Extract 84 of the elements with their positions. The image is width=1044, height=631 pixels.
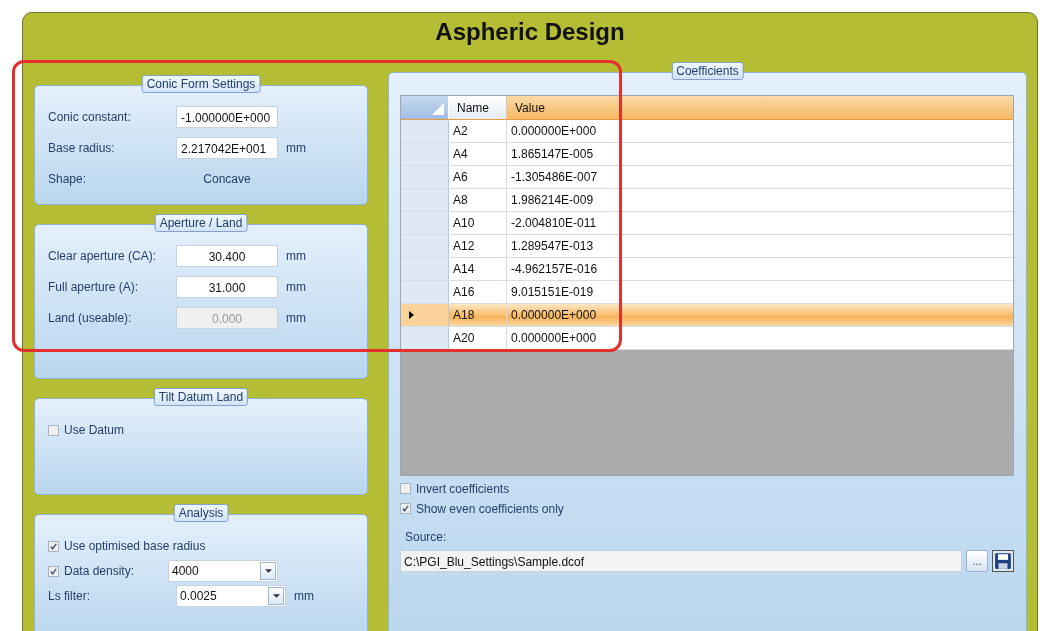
row-header [401, 166, 449, 188]
table-cell: A8 [449, 189, 507, 211]
checkbox-label[interactable]: Invert coefficients [416, 481, 510, 496]
table-row[interactable]: A18 0.000000E+000 [401, 304, 1013, 327]
table-row[interactable]: A20 0.000000E+000 [401, 327, 1013, 350]
table-cell-text: 0.000000E+000 [510, 307, 597, 324]
checkbox[interactable] [48, 540, 59, 552]
input-field[interactable]: 30.400 [176, 245, 278, 267]
table-row[interactable]: A6 -1.305486E-007 [401, 166, 1013, 189]
table-cell: A6 [449, 166, 507, 188]
table-cell: A18 [449, 304, 507, 326]
field-label: Land (useable): [48, 311, 133, 325]
unit-label: mm [294, 589, 314, 603]
checkbox-label[interactable]: Use optimised base radius [64, 539, 206, 553]
table-cell: A4 [449, 143, 507, 165]
window-title: Aspheric Design [434, 17, 626, 47]
column-header[interactable]: Name [449, 96, 507, 119]
group-title: Aperture / Land [154, 214, 248, 232]
column-header[interactable]: Value [507, 96, 545, 119]
dropdown[interactable]: 4000 [168, 560, 278, 582]
caret-icon [260, 562, 276, 580]
table-row[interactable]: A8 1.986214E-009 [401, 189, 1013, 212]
pointer-icon [409, 311, 414, 319]
group-title: Coefficients [671, 62, 744, 80]
table-row[interactable]: A12 1.289547E-013 [401, 235, 1013, 258]
browse-button[interactable]: ... [966, 550, 988, 572]
row-header [401, 120, 449, 142]
table-cell: A16 [449, 281, 507, 303]
row-header [401, 258, 449, 280]
checkbox-label[interactable]: Data density: [64, 564, 168, 578]
shape-value: Concave [202, 172, 252, 186]
input-field[interactable]: 31.000 [176, 276, 278, 298]
unit-label: mm [286, 141, 306, 155]
table-cell-text: -1.305486E-007 [510, 169, 598, 186]
table-row[interactable]: A4 1.865147E-005 [401, 143, 1013, 166]
field-label: Base radius: [48, 141, 116, 155]
table-row[interactable]: A14 -4.962157E-016 [401, 258, 1013, 281]
unit-label: mm [286, 280, 306, 294]
field-label: Ls filter: [48, 589, 91, 603]
table-row[interactable]: A16 9.015151E-019 [401, 281, 1013, 304]
corner-triangle-icon [432, 103, 444, 115]
row-header [401, 143, 449, 165]
checkbox[interactable] [48, 424, 59, 436]
table-cell-text: 1.986214E-009 [510, 192, 594, 209]
table-cell: A12 [449, 235, 507, 257]
table-cell: A2 [449, 120, 507, 142]
table-cell: A20 [449, 327, 507, 349]
table-row[interactable]: A2 0.000000E+000 [401, 120, 1013, 143]
checkbox[interactable] [400, 503, 411, 514]
field-label: Conic constant: [48, 110, 132, 124]
unit-label: mm [286, 249, 306, 263]
row-header [401, 212, 449, 234]
table-cell-text: 1.289547E-013 [510, 238, 594, 255]
table-cell-text: 0.000000E+000 [510, 123, 597, 140]
checkbox[interactable] [48, 565, 59, 577]
group-title: Analysis [173, 504, 229, 522]
table-cell-text: 0.000000E+000 [510, 330, 597, 347]
row-header [401, 327, 449, 349]
table-cell: A14 [449, 258, 507, 280]
dropdown[interactable]: 0.0025 [176, 585, 286, 607]
table-cell-text: -4.962157E-016 [510, 261, 598, 278]
row-header [401, 281, 449, 303]
table-cell: A10 [449, 212, 507, 234]
table-cell-text: -2.004810E-011 [510, 215, 597, 232]
row-header [401, 189, 449, 211]
field-label: Full aperture (A): [48, 280, 140, 294]
group-title: Tilt Datum Land [153, 388, 249, 406]
group-title: Conic Form Settings [141, 75, 261, 93]
checkbox[interactable] [400, 483, 411, 494]
row-header [401, 235, 449, 257]
caret-icon [268, 587, 284, 605]
unit-label: mm [286, 311, 306, 325]
input-field[interactable]: 2.217042E+001 [176, 137, 278, 159]
path-field[interactable]: C:\PGI_Blu_Settings\Sample.dcof [400, 550, 962, 572]
table-row[interactable]: A10 -2.004810E-011 [401, 212, 1013, 235]
checkbox-label[interactable]: Show even coefficients only [416, 501, 564, 516]
field-label: Source: [405, 530, 448, 544]
field-label: Shape: [48, 172, 88, 186]
save-icon[interactable] [992, 550, 1014, 572]
field-label: Clear aperture (CA): [48, 249, 158, 263]
table-cell-text: 1.865147E-005 [510, 146, 594, 163]
checkbox-label[interactable]: Use Datum [64, 423, 125, 437]
input-field[interactable]: -1.000000E+000 [176, 106, 278, 128]
table-cell-text: 9.015151E-019 [510, 284, 594, 301]
